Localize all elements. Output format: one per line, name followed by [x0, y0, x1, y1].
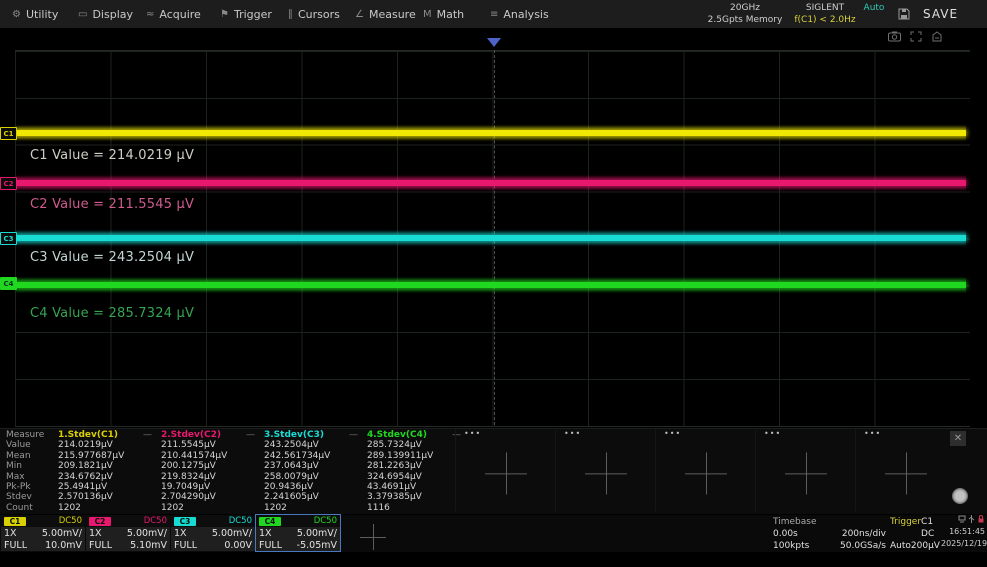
c1-badge: C1	[4, 517, 26, 526]
c4-badge: C4	[259, 517, 281, 526]
measure-slot-5: •••	[455, 429, 555, 511]
waveform-c2	[16, 175, 966, 191]
quick-icons	[888, 29, 960, 43]
collapse-icon[interactable]: —	[143, 430, 152, 440]
measure-column-c4[interactable]: 4.Stdev(C4)— 285.7324µV 289.139911µV 281…	[367, 430, 467, 513]
c1-value-annotation: C1 Value = 214.0219 µV	[30, 148, 194, 163]
ruler-icon: ∠	[355, 9, 364, 20]
more-options-icon[interactable]: •••	[864, 429, 881, 438]
brand-label: SIGLENT	[792, 2, 858, 14]
waveform-c4	[16, 277, 966, 293]
menu-analysis[interactable]: ≡Analysis	[490, 0, 549, 28]
c4-value-annotation: C4 Value = 285.7324 µV	[30, 306, 194, 321]
more-options-icon[interactable]: •••	[764, 429, 781, 438]
trigger-position-indicator[interactable]	[487, 38, 501, 47]
date-readout: 2025/12/19	[941, 538, 985, 550]
save-icon[interactable]	[898, 0, 910, 28]
channel-marker-c4[interactable]: C4	[0, 277, 17, 290]
menu-acquire[interactable]: ≈Acquire	[146, 0, 201, 28]
acquire-mode-badge[interactable]: Auto	[860, 2, 888, 14]
channel-marker-c3[interactable]: C3	[0, 232, 17, 245]
measure-slot-6: •••	[555, 429, 655, 511]
close-measure-panel-button[interactable]: ✕	[950, 431, 966, 446]
c3-badge: C3	[174, 517, 196, 526]
waveform-c1	[16, 125, 966, 141]
display-icon: ▭	[78, 9, 87, 20]
measure-row-labels: MeasureValue MeanMin MaxPk-Pk StdevCount	[6, 430, 54, 513]
more-options-icon[interactable]: •••	[664, 429, 681, 438]
wave-icon: ≈	[146, 9, 154, 20]
save-button[interactable]: SAVE	[923, 0, 958, 28]
gear-icon: ⚙	[12, 9, 21, 20]
channel-descriptor-c4[interactable]: C4DC50 1X5.00mV/ FULL-5.05mV	[256, 515, 340, 551]
flag-icon: ⚑	[220, 9, 229, 20]
history-icon[interactable]	[931, 31, 943, 42]
channel-descriptor-c3[interactable]: C3DC50 1X5.00mV/ FULL0.00V	[171, 515, 255, 551]
menu-display[interactable]: ▭Display	[78, 0, 133, 28]
time-readout: 16:51:45	[941, 526, 985, 538]
channel-marker-c1[interactable]: C1	[0, 127, 17, 140]
measure-column-c3[interactable]: 3.Stdev(C3)— 243.2504µV 242.561734µV 237…	[264, 430, 364, 513]
menu-math[interactable]: MMath	[423, 0, 464, 28]
brand-trigger-freq: SIGLENT f(C1) < 2.0Hz	[792, 2, 858, 26]
menu-cursors[interactable]: ∥Cursors	[288, 0, 340, 28]
add-measurement-icon[interactable]	[785, 452, 827, 494]
measure-slot-8: •••	[755, 429, 855, 511]
measure-slot-7: •••	[655, 429, 755, 511]
collapse-icon[interactable]: —	[349, 430, 358, 440]
measure-column-c1[interactable]: 1.Stdev(C1)— 214.0219µV 215.977687µV 209…	[58, 430, 158, 513]
collapse-icon[interactable]: —	[246, 430, 255, 440]
fullscreen-icon[interactable]	[910, 31, 922, 42]
cursor-lines-icon: ∥	[288, 9, 293, 20]
c2-coupling: DC50	[144, 516, 167, 526]
measure-slot-9: •••	[855, 429, 955, 511]
c1-coupling: DC50	[59, 516, 82, 526]
channel-marker-c2[interactable]: C2	[0, 177, 17, 190]
trigger-frequency-readout: f(C1) < 2.0Hz	[792, 14, 858, 26]
channel-descriptor-c1[interactable]: C1DC50 1X5.00mV/ FULL10.0mV	[1, 515, 85, 551]
measure-column-c2[interactable]: 2.Stdev(C2)— 211.5545µV 210.441574µV 200…	[161, 430, 261, 513]
menu-trigger[interactable]: ⚑Trigger	[220, 0, 272, 28]
add-measurement-icon[interactable]	[485, 452, 527, 494]
channel-descriptor-c2[interactable]: C2DC50 1X5.00mV/ FULL5.10mV	[86, 515, 170, 551]
add-measurement-icon[interactable]	[585, 452, 627, 494]
add-measurement-icon[interactable]	[885, 452, 927, 494]
c3-value-annotation: C3 Value = 243.2504 µV	[30, 250, 194, 265]
screen-bottom-margin	[0, 552, 987, 567]
panel-drag-handle[interactable]	[952, 488, 968, 504]
c3-coupling: DC50	[229, 516, 252, 526]
menu-bar: ⚙Utility ▭Display ≈Acquire ⚑Trigger ∥Cur…	[0, 0, 987, 29]
bandwidth-readout: 20GHz	[700, 2, 790, 14]
math-icon: M	[423, 9, 432, 20]
c2-badge: C2	[89, 517, 111, 526]
menu-utility[interactable]: ⚙Utility	[12, 0, 58, 28]
clock-block: 16:51:45 2025/12/19	[941, 516, 985, 550]
acquisition-status[interactable]: 20GHz 2.5Gpts Memory	[700, 2, 790, 26]
more-options-icon[interactable]: •••	[564, 429, 581, 438]
memory-readout: 2.5Gpts Memory	[700, 14, 790, 26]
more-options-icon[interactable]: •••	[464, 429, 481, 438]
waveform-c3	[16, 230, 966, 246]
c2-value-annotation: C2 Value = 211.5545 µV	[30, 197, 194, 212]
add-measurement-icon[interactable]	[685, 452, 727, 494]
analysis-icon: ≡	[490, 9, 498, 20]
add-channel-icon[interactable]	[360, 524, 386, 550]
camera-icon[interactable]	[888, 31, 901, 42]
menu-measure[interactable]: ∠Measure	[355, 0, 416, 28]
timebase-descriptor[interactable]: Timebase 0.00s200ns/div 100kpts50.0GSa/s	[773, 516, 886, 552]
c4-coupling: DC50	[314, 516, 337, 526]
